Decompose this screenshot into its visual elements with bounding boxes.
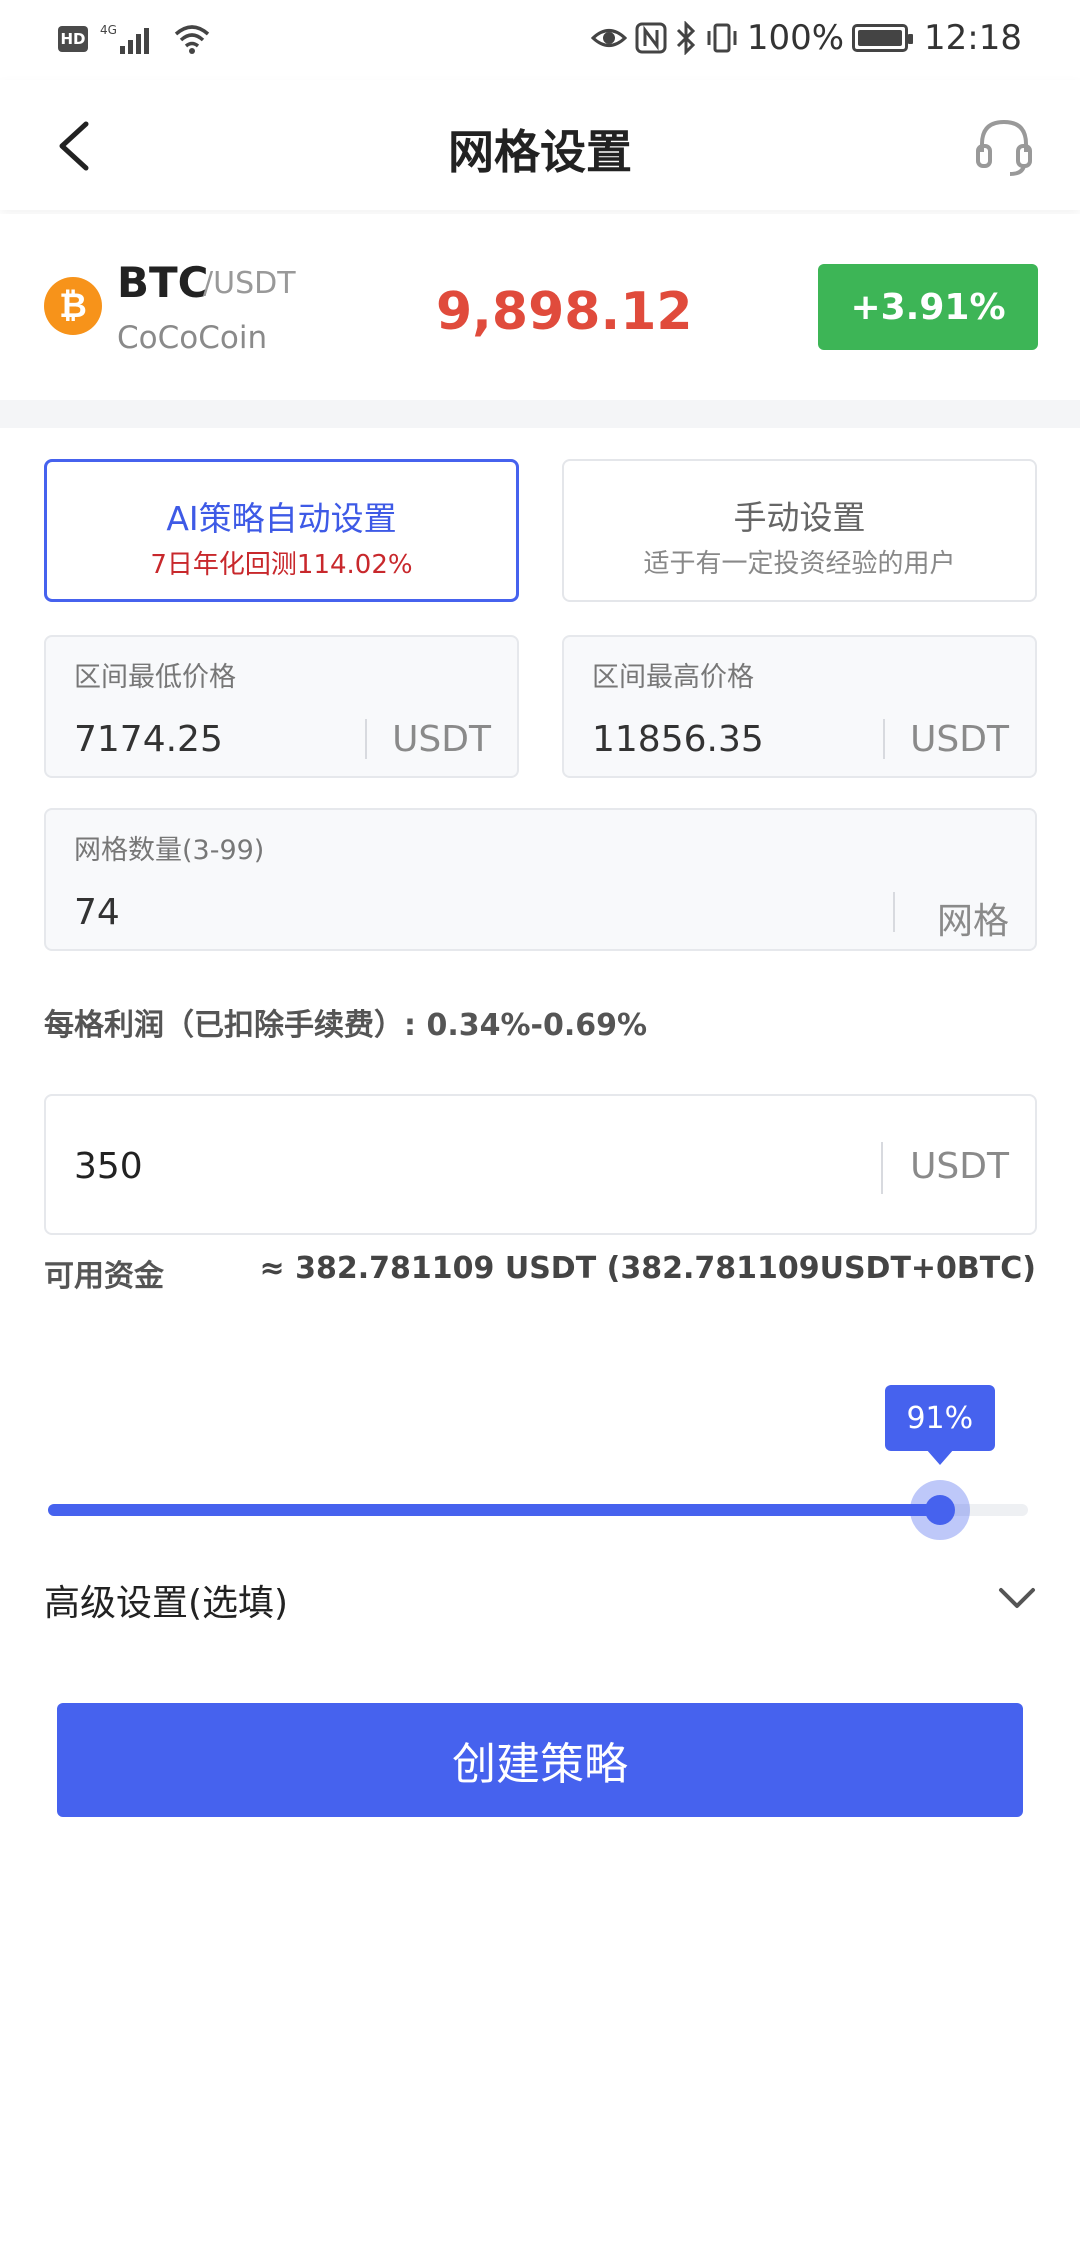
pair-quote: /USDT bbox=[203, 266, 296, 301]
wifi-icon bbox=[174, 25, 210, 54]
bitcoin-icon: ₿ bbox=[44, 277, 102, 335]
status-bar: HD 4G 100% 12:18 bbox=[0, 0, 1080, 80]
status-left: HD 4G bbox=[58, 22, 212, 56]
pair-base: BTC bbox=[117, 258, 209, 307]
change-badge: +3.91% bbox=[818, 264, 1038, 350]
mode-manual-card[interactable]: 手动设置 适于有一定投资经验的用户 bbox=[562, 459, 1037, 602]
hd-badge: HD bbox=[58, 26, 88, 52]
mode-ai-subtitle: 7日年化回测114.02% bbox=[150, 550, 413, 580]
amount-slider-fill bbox=[48, 1504, 940, 1516]
highest-price-unit: USDT bbox=[910, 719, 1009, 760]
investment-amount-field[interactable]: 350 USDT bbox=[44, 1094, 1037, 1235]
battery-percent: 100% bbox=[746, 18, 845, 58]
headset-icon[interactable] bbox=[974, 116, 1034, 176]
page-title: 网格设置 bbox=[448, 125, 632, 179]
slider-tooltip: 91% bbox=[884, 1385, 995, 1465]
lowest-price-unit: USDT bbox=[392, 719, 491, 760]
vibrate-icon bbox=[707, 23, 737, 53]
highest-price-field[interactable]: 区间最高价格 11856.35 USDT bbox=[562, 635, 1037, 778]
investment-amount-value[interactable]: 350 bbox=[74, 1146, 143, 1187]
grid-count-field[interactable]: 网格数量(3-99) 74 网格 bbox=[44, 808, 1037, 951]
field-separator bbox=[883, 719, 885, 759]
battery-icon bbox=[852, 24, 914, 52]
investment-amount-unit: USDT bbox=[910, 1146, 1009, 1187]
available-funds-value: ≈ 382.781109 USDT (382.781109USDT+0BTC) bbox=[259, 1251, 1036, 1286]
available-funds-label: 可用资金 bbox=[44, 1259, 164, 1294]
slider-thumb-dot bbox=[924, 1495, 955, 1525]
signal-icon: 4G bbox=[100, 23, 149, 54]
lowest-price-field[interactable]: 区间最低价格 7174.25 USDT bbox=[44, 635, 519, 778]
profit-per-grid: 每格利润（已扣除手续费）: 0.34%-0.69% bbox=[44, 1008, 648, 1043]
field-separator bbox=[893, 892, 895, 932]
field-separator bbox=[365, 719, 367, 759]
eye-icon bbox=[590, 29, 627, 47]
bluetooth-icon bbox=[676, 21, 695, 55]
exchange-name: CoCoCoin bbox=[117, 320, 268, 356]
svg-text:4G: 4G bbox=[100, 23, 117, 37]
mode-manual-subtitle: 适于有一定投资经验的用户 bbox=[643, 549, 956, 579]
advanced-settings-row[interactable]: 高级设置(选填) bbox=[44, 1570, 1037, 1630]
grid-count-label: 网格数量(3-99) bbox=[74, 835, 265, 866]
chevron-down-icon bbox=[999, 1588, 1035, 1608]
clock: 12:18 bbox=[924, 18, 1022, 58]
highest-price-label: 区间最高价格 bbox=[592, 662, 754, 693]
highest-price-value[interactable]: 11856.35 bbox=[592, 719, 764, 760]
amount-slider-thumb[interactable] bbox=[909, 1480, 970, 1540]
lowest-price-label: 区间最低价格 bbox=[74, 662, 236, 693]
lowest-price-value[interactable]: 7174.25 bbox=[74, 719, 223, 760]
grid-count-value[interactable]: 74 bbox=[74, 892, 120, 933]
last-price: 9,898.12 bbox=[436, 282, 693, 342]
section-divider bbox=[0, 400, 1080, 428]
grid-count-unit: 网格 bbox=[936, 901, 1009, 942]
advanced-settings-label: 高级设置(选填) bbox=[44, 1583, 289, 1624]
mode-manual-title: 手动设置 bbox=[733, 498, 866, 537]
create-strategy-button[interactable]: 创建策略 bbox=[57, 1703, 1023, 1817]
nav-bar: 网格设置 bbox=[0, 80, 1080, 210]
mode-ai-card[interactable]: AI策略自动设置 7日年化回测114.02% bbox=[44, 459, 519, 602]
amount-slider-track[interactable] bbox=[48, 1504, 1028, 1516]
nfc-icon bbox=[635, 22, 667, 54]
field-separator bbox=[881, 1142, 883, 1194]
status-right: 100% 12:18 bbox=[590, 18, 1022, 58]
mode-ai-title: AI策略自动设置 bbox=[166, 499, 397, 538]
